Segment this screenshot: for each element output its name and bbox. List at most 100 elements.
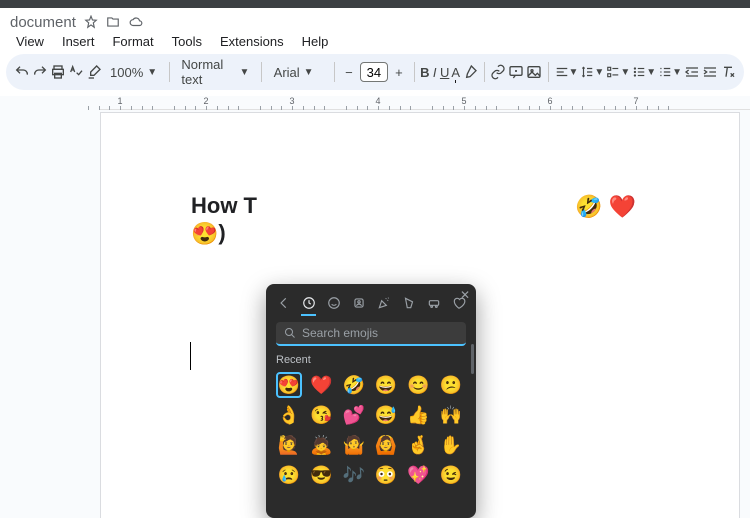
numbered-list-button[interactable]: ▼	[658, 59, 682, 85]
recent-tab-icon[interactable]	[301, 294, 316, 312]
emoji-search[interactable]	[276, 322, 466, 346]
emoji-cell[interactable]: 😕	[438, 372, 464, 398]
insert-comment-button[interactable]	[508, 59, 524, 85]
decrease-font-button[interactable]: −	[340, 63, 358, 81]
bold-button[interactable]: B	[420, 59, 429, 85]
emoji-cell[interactable]: 😊	[405, 372, 431, 398]
insert-image-button[interactable]	[526, 59, 542, 85]
emoji-cell[interactable]: 😍	[276, 372, 302, 398]
heading-text-prefix: How T	[191, 193, 257, 218]
emoji-cell[interactable]: 🤷	[341, 432, 367, 458]
font-size-input[interactable]	[360, 62, 388, 82]
emoji-cell[interactable]: 😉	[438, 462, 464, 488]
undo-button[interactable]	[14, 59, 30, 85]
menu-extensions[interactable]: Extensions	[212, 32, 292, 51]
menu-insert[interactable]: Insert	[54, 32, 103, 51]
chevron-down-icon: ▼	[646, 67, 656, 78]
text-color-button[interactable]: A	[451, 59, 460, 85]
emoji-cell[interactable]: 💕	[341, 402, 367, 428]
underline-button[interactable]: U	[440, 59, 449, 85]
font-size-group: − +	[340, 62, 408, 82]
emoji-cell[interactable]: 😄	[373, 372, 399, 398]
smileys-tab-icon[interactable]	[326, 294, 341, 312]
heading-close-paren: )	[218, 220, 225, 245]
people-tab-icon[interactable]	[351, 294, 366, 312]
back-icon[interactable]	[276, 294, 291, 312]
heading-emoji-3: 😍	[191, 221, 218, 246]
food-tab-icon[interactable]	[401, 294, 416, 312]
decrease-indent-button[interactable]	[684, 59, 700, 85]
insert-link-button[interactable]	[490, 59, 506, 85]
emoji-cell[interactable]: ❤️	[308, 372, 334, 398]
clear-formatting-button[interactable]	[720, 59, 736, 85]
redo-button[interactable]	[32, 59, 48, 85]
text-cursor	[190, 342, 191, 370]
document-title[interactable]: document	[10, 14, 76, 31]
emoji-search-input[interactable]	[302, 326, 458, 340]
emoji-grid: 😍❤️ 🤣😄😊 😕 👌😘 💕😅👍 🙌 🙋🙇 🤷🙆🤞 ✋ 😢😎 🎶😳💖 😉	[266, 368, 476, 498]
menu-tools[interactable]: Tools	[164, 32, 210, 51]
font-select[interactable]: Arial ▼	[268, 60, 328, 84]
emoji-cell[interactable]: 😳	[373, 462, 399, 488]
toolbar: 100%▼ Normal text▼ Arial▼ − + B I U A ▼ …	[6, 54, 744, 90]
emoji-cell[interactable]: 😢	[276, 462, 302, 488]
align-button[interactable]: ▼	[555, 59, 579, 85]
ruler-number: 6	[547, 96, 552, 106]
search-icon	[284, 327, 296, 339]
chevron-down-icon: ▼	[620, 67, 630, 78]
menu-format[interactable]: Format	[104, 32, 161, 51]
highlight-button[interactable]	[462, 59, 478, 85]
emoji-cell[interactable]: 🎶	[341, 462, 367, 488]
ruler-number: 5	[461, 96, 466, 106]
menu-view[interactable]: View	[8, 32, 52, 51]
checklist-button[interactable]: ▼	[606, 59, 630, 85]
zoom-select[interactable]: 100%▼	[104, 60, 163, 84]
style-select[interactable]: Normal text▼	[175, 60, 255, 84]
emoji-cell[interactable]: 🙌	[438, 402, 464, 428]
scrollbar[interactable]	[471, 344, 474, 374]
heading-emoji-1: 🤣	[575, 194, 602, 219]
emoji-cell[interactable]: 🤣	[341, 372, 367, 398]
document-heading[interactable]: How T xxxxxxxxxxxxxxxxxxxxxxxxx 🤣 ❤️ 😍)	[191, 193, 649, 247]
emoji-cell[interactable]: 🙇	[308, 432, 334, 458]
celebration-tab-icon[interactable]	[376, 294, 391, 312]
emoji-cell[interactable]: ✋	[438, 432, 464, 458]
heading-emoji-2: ❤️	[609, 194, 636, 219]
italic-button[interactable]: I	[432, 59, 438, 85]
print-button[interactable]	[50, 59, 66, 85]
star-icon[interactable]	[84, 15, 98, 29]
ruler-number: 1	[117, 96, 122, 106]
emoji-cell[interactable]: 🙋	[276, 432, 302, 458]
format-paint-button[interactable]	[86, 59, 102, 85]
font-value: Arial	[274, 65, 300, 80]
close-icon[interactable]: ✕	[460, 288, 470, 302]
spellcheck-button[interactable]	[68, 59, 84, 85]
emoji-cell[interactable]: 😎	[308, 462, 334, 488]
emoji-cell[interactable]: 🙆	[373, 432, 399, 458]
emoji-cell[interactable]: 👌	[276, 402, 302, 428]
move-icon[interactable]	[106, 15, 120, 29]
chevron-down-icon: ▼	[304, 67, 314, 78]
increase-font-button[interactable]: +	[390, 63, 408, 81]
bulleted-list-button[interactable]: ▼	[632, 59, 656, 85]
picker-section-label: Recent	[266, 352, 476, 368]
document-title-row: document	[0, 8, 750, 32]
increase-indent-button[interactable]	[702, 59, 718, 85]
emoji-cell[interactable]: 💖	[405, 462, 431, 488]
browser-chrome-bar	[0, 0, 750, 8]
ruler-number: 7	[633, 96, 638, 106]
cloud-status-icon[interactable]	[128, 15, 144, 29]
transport-tab-icon[interactable]	[426, 294, 441, 312]
emoji-cell[interactable]: 😘	[308, 402, 334, 428]
emoji-cell[interactable]: 🤞	[405, 432, 431, 458]
chevron-down-icon: ▼	[569, 67, 579, 78]
menu-help[interactable]: Help	[294, 32, 337, 51]
emoji-cell[interactable]: 👍	[405, 402, 431, 428]
ruler[interactable]: 1234567	[100, 96, 750, 110]
line-spacing-button[interactable]: ▼	[580, 59, 604, 85]
chevron-down-icon: ▼	[594, 67, 604, 78]
emoji-cell[interactable]: 😅	[373, 402, 399, 428]
workspace: 1234567 How T xxxxxxxxxxxxxxxxxxxxxxxxx …	[0, 96, 750, 518]
menu-bar: View Insert Format Tools Extensions Help	[0, 32, 750, 54]
ruler-number: 3	[289, 96, 294, 106]
